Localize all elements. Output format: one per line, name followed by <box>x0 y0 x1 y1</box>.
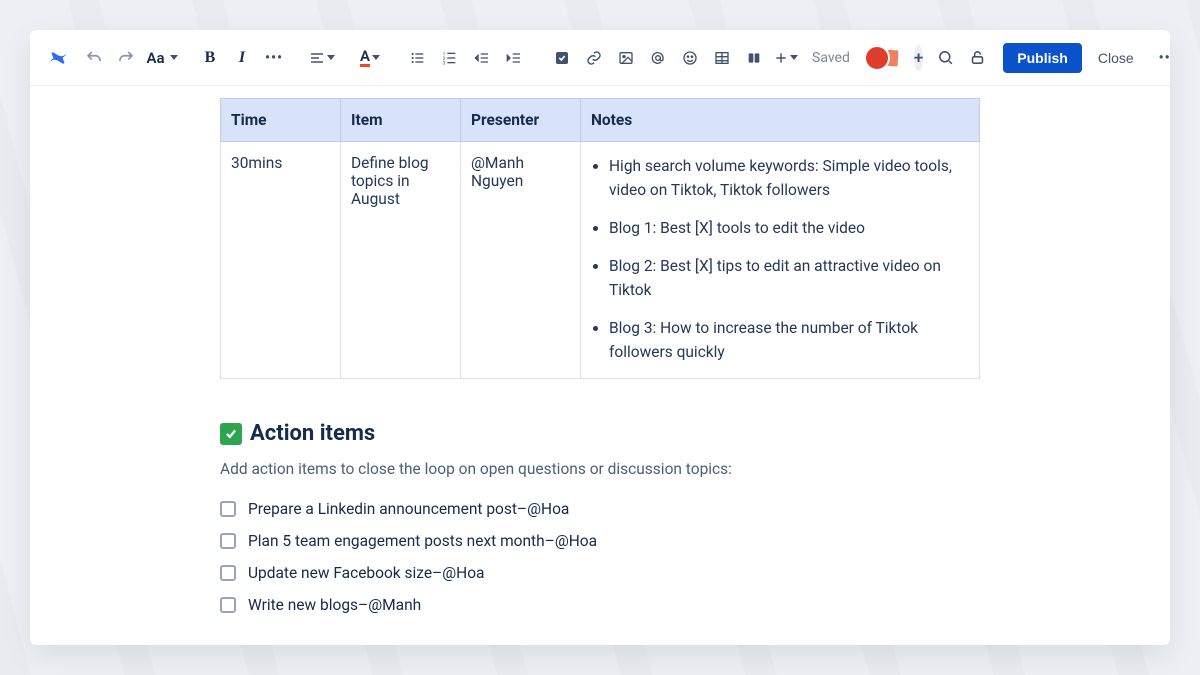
action-items-list: Prepare a Linkedin announcement post–@Ho… <box>220 500 980 614</box>
editor-shell: Aa B I ••• A 123 <box>30 30 1170 645</box>
checkbox[interactable] <box>220 565 236 581</box>
text-color-button[interactable]: A <box>356 43 384 73</box>
chevron-down-icon <box>372 55 380 60</box>
saved-status-label: Saved <box>812 50 850 66</box>
add-collaborator-button[interactable]: + <box>914 45 923 71</box>
alignment-button[interactable] <box>308 43 336 73</box>
text-style-label: Aa <box>146 49 164 67</box>
insert-button[interactable] <box>772 43 800 73</box>
cell-presenter[interactable]: @Manh Nguyen <box>461 142 581 379</box>
header-notes: Notes <box>581 99 980 142</box>
text-style-button[interactable]: Aa <box>148 43 176 73</box>
action-items-heading: Action items <box>220 421 980 446</box>
checkbox[interactable] <box>220 597 236 613</box>
close-button[interactable]: Close <box>1086 43 1146 73</box>
meeting-table[interactable]: Time Item Presenter Notes 30mins Define … <box>220 98 980 379</box>
italic-button[interactable]: I <box>228 43 256 73</box>
undo-button[interactable] <box>80 43 108 73</box>
confluence-logo-icon[interactable] <box>44 43 72 73</box>
chevron-down-icon <box>790 55 798 60</box>
notes-item: Blog 1: Best [X] tools to edit the video <box>609 216 969 240</box>
action-items-title: Action items <box>250 421 375 446</box>
action-item[interactable]: Write new blogs–@Manh <box>220 596 980 614</box>
action-item[interactable]: Update new Facebook size–@Hoa <box>220 564 980 582</box>
checkbox[interactable] <box>220 501 236 517</box>
header-presenter: Presenter <box>461 99 581 142</box>
table-header-row: Time Item Presenter Notes <box>221 99 980 142</box>
publish-button[interactable]: Publish <box>1003 43 1082 73</box>
table-button[interactable] <box>708 43 736 73</box>
notes-item: Blog 2: Best [X] tips to edit an attract… <box>609 254 969 302</box>
image-button[interactable] <box>612 43 640 73</box>
action-item-label[interactable]: Prepare a Linkedin announcement post–@Ho… <box>248 500 569 518</box>
checkbox[interactable] <box>220 533 236 549</box>
svg-text:3: 3 <box>443 60 446 65</box>
page-restrictions-button[interactable] <box>963 43 991 73</box>
numbered-list-button[interactable]: 123 <box>436 43 464 73</box>
action-item[interactable]: Prepare a Linkedin announcement post–@Ho… <box>220 500 980 518</box>
action-item-label[interactable]: Plan 5 team engagement posts next month–… <box>248 532 597 550</box>
bullet-list-button[interactable] <box>404 43 432 73</box>
header-item: Item <box>341 99 461 142</box>
checkmark-icon <box>220 423 242 445</box>
redo-button[interactable] <box>112 43 140 73</box>
layouts-button[interactable] <box>740 43 768 73</box>
editor-toolbar: Aa B I ••• A 123 <box>30 30 1170 86</box>
notes-item: Blog 3: How to increase the number of Ti… <box>609 316 969 364</box>
indent-button[interactable] <box>500 43 528 73</box>
cell-notes[interactable]: High search volume keywords: Simple vide… <box>581 142 980 379</box>
editor-content[interactable]: Time Item Presenter Notes 30mins Define … <box>30 86 1170 644</box>
more-actions-button[interactable]: ••• <box>1154 43 1170 73</box>
action-item-label[interactable]: Write new blogs–@Manh <box>248 596 421 614</box>
bold-button[interactable]: B <box>196 43 224 73</box>
cell-time[interactable]: 30mins <box>221 142 341 379</box>
notes-list: High search volume keywords: Simple vide… <box>591 154 969 364</box>
table-row[interactable]: 30mins Define blog topics in August @Man… <box>221 142 980 379</box>
action-item[interactable]: Plan 5 team engagement posts next month–… <box>220 532 980 550</box>
cell-item[interactable]: Define blog topics in August <box>341 142 461 379</box>
action-item-label[interactable]: Update new Facebook size–@Hoa <box>248 564 484 582</box>
user-avatar-1 <box>864 45 890 71</box>
action-item-button[interactable] <box>548 43 576 73</box>
link-button[interactable] <box>580 43 608 73</box>
outdent-button[interactable] <box>468 43 496 73</box>
notes-item: High search volume keywords: Simple vide… <box>609 154 969 202</box>
collaborator-avatars[interactable] <box>864 45 900 71</box>
emoji-button[interactable] <box>676 43 704 73</box>
header-time: Time <box>221 99 341 142</box>
more-formatting-button[interactable]: ••• <box>260 43 288 73</box>
mention-button[interactable] <box>644 43 672 73</box>
search-button[interactable] <box>931 43 959 73</box>
chevron-down-icon <box>327 55 335 60</box>
action-items-hint[interactable]: Add action items to close the loop on op… <box>220 460 980 478</box>
chevron-down-icon <box>170 55 178 60</box>
